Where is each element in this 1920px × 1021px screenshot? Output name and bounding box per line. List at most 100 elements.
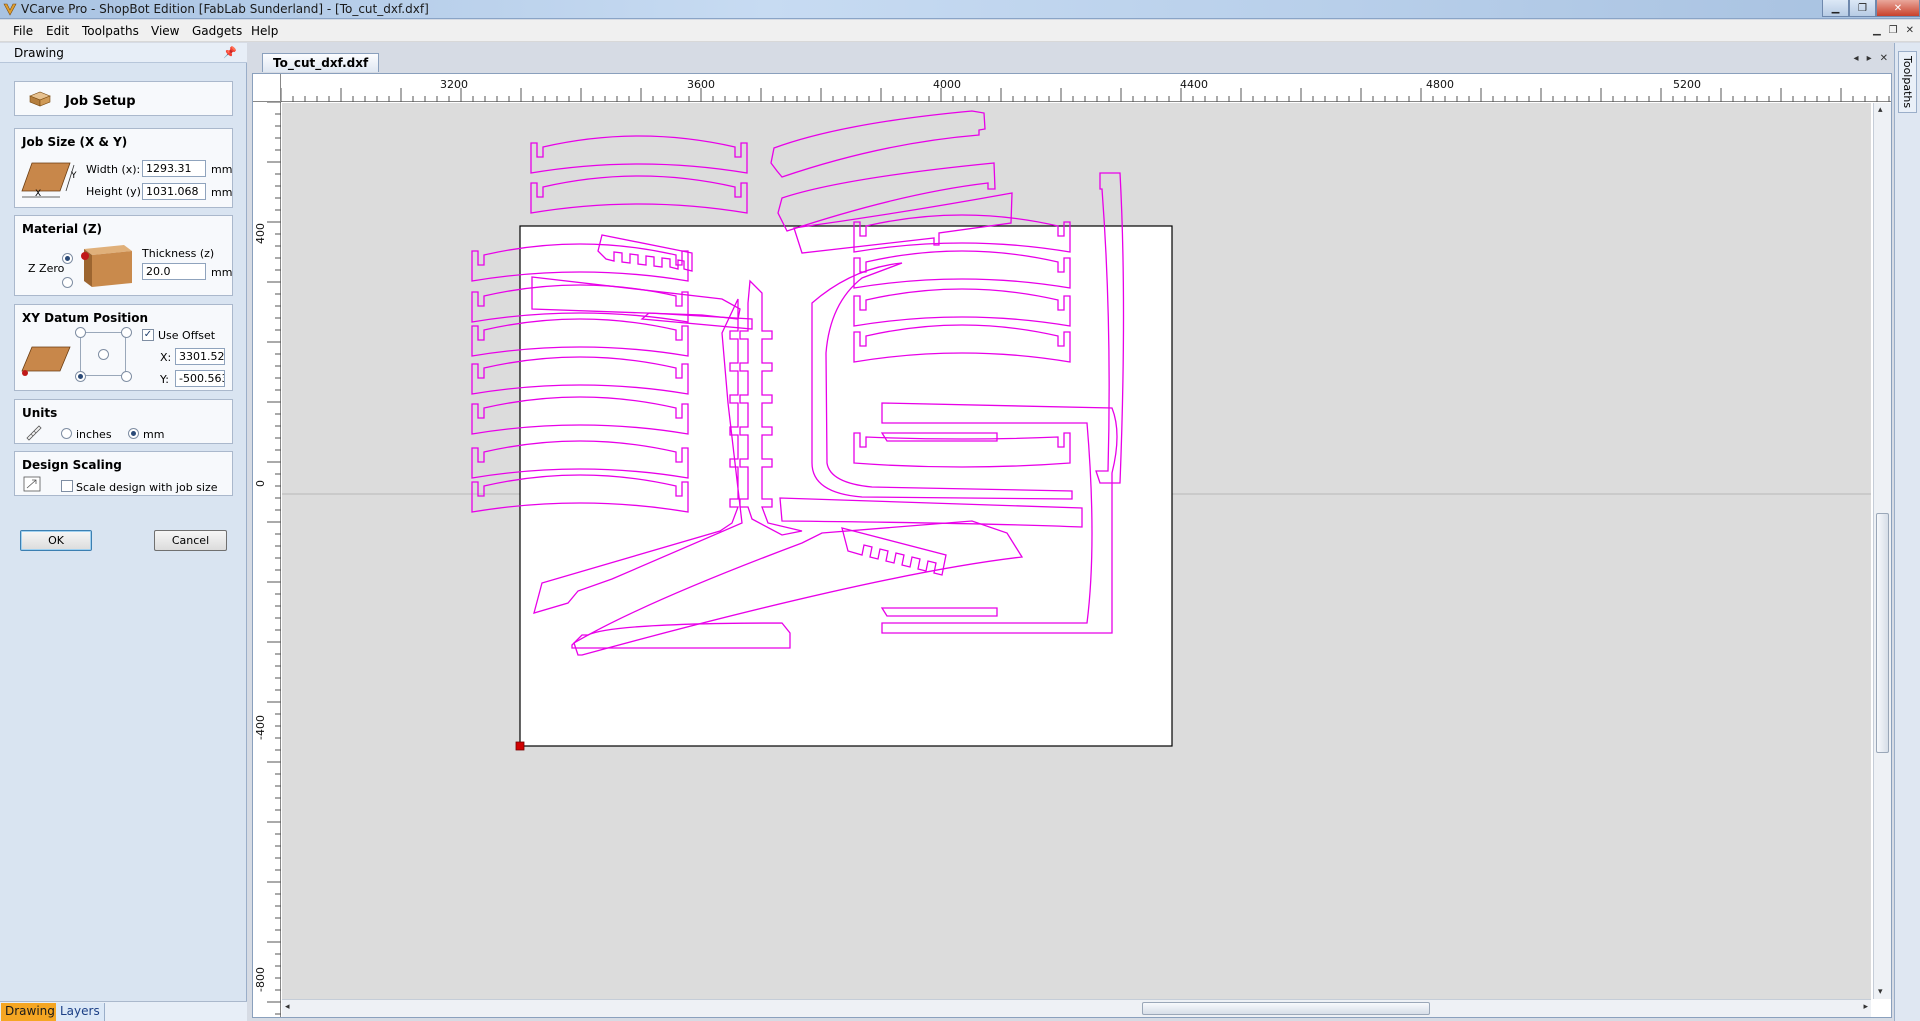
ruler-corner bbox=[253, 74, 281, 102]
height-unit: mm bbox=[211, 186, 233, 199]
units-section: Units inches mm bbox=[14, 399, 233, 444]
thickness-unit: mm bbox=[211, 266, 233, 279]
job-size-diagram-icon bbox=[21, 162, 75, 198]
cancel-button[interactable]: Cancel bbox=[154, 530, 227, 551]
horizontal-scrollbar[interactable]: ◂ ▸ bbox=[282, 999, 1871, 1017]
menu-help[interactable]: Help bbox=[251, 24, 278, 38]
offset-x-input[interactable]: 3301.526 bbox=[175, 348, 225, 365]
units-mm-label: mm bbox=[143, 428, 165, 441]
z-zero-top-radio[interactable] bbox=[62, 253, 73, 264]
units-inches-label: inches bbox=[76, 428, 112, 441]
vector-drawing bbox=[282, 110, 1871, 751]
scroll-down-icon[interactable]: ▾ bbox=[1878, 987, 1883, 997]
toolpaths-strip: Toolpaths bbox=[1894, 43, 1920, 1021]
offset-y-input[interactable]: -500.563 bbox=[175, 370, 225, 387]
thickness-label: Thickness (z) bbox=[142, 247, 215, 260]
menu-edit[interactable]: Edit bbox=[46, 24, 69, 38]
tab-next-icon[interactable]: ▸ bbox=[1867, 53, 1872, 64]
document-area: To_cut_dxf.dxf ◂ ▸ ✕ 3200 3600 4000 4400… bbox=[248, 43, 1894, 1021]
material-title: Material (Z) bbox=[22, 222, 103, 236]
units-title: Units bbox=[22, 406, 58, 420]
ruler-y-label: 0 bbox=[254, 480, 267, 487]
horizontal-scroll-thumb[interactable] bbox=[1142, 1002, 1430, 1015]
z-zero-label: Z Zero bbox=[28, 262, 65, 275]
use-offset-label: Use Offset bbox=[158, 329, 216, 342]
scale-design-checkbox[interactable] bbox=[61, 480, 73, 492]
ruler-x-label: 4400 bbox=[1180, 78, 1208, 91]
ruler-x-label: 5200 bbox=[1673, 78, 1701, 91]
material-block-icon bbox=[29, 91, 51, 107]
scroll-right-icon[interactable]: ▸ bbox=[1863, 1002, 1868, 1012]
panel-tabs: Drawing Layers bbox=[0, 1001, 247, 1021]
width-unit: mm bbox=[211, 163, 233, 176]
width-label: Width (x): bbox=[86, 163, 141, 176]
xy-datum-section: XY Datum Position ✓ Use Offset X: 3301.5… bbox=[14, 304, 233, 391]
ruler-x-label: 4000 bbox=[933, 78, 961, 91]
ok-button[interactable]: OK bbox=[20, 530, 92, 551]
width-input[interactable]: 1293.31 bbox=[142, 160, 206, 177]
ruler-y-label: 400 bbox=[254, 223, 267, 244]
job-size-section: Job Size (X & Y) X Y Width (x): 1293.31 … bbox=[14, 128, 233, 208]
title-bar: VCarve Pro - ShopBot Edition [FabLab Sun… bbox=[0, 0, 1920, 19]
datum-bottom-left-radio[interactable] bbox=[75, 371, 86, 382]
ruler-y-label: -400 bbox=[254, 715, 267, 740]
menu-file[interactable]: File bbox=[13, 24, 33, 38]
job-setup-header: Job Setup bbox=[14, 81, 233, 116]
mdi-close-icon[interactable]: ✕ bbox=[1906, 25, 1914, 36]
menu-bar: File Edit Toolpaths View Gadgets Help ▁ … bbox=[0, 20, 1920, 42]
offset-y-label: Y: bbox=[160, 373, 169, 386]
offset-x-label: X: bbox=[160, 351, 172, 364]
y-axis-label: Y bbox=[71, 171, 77, 181]
minimize-button[interactable]: ▁ bbox=[1822, 0, 1849, 17]
mdi-restore-icon[interactable]: ❐ bbox=[1889, 25, 1898, 36]
design-scaling-section: Design Scaling Scale design with job siz… bbox=[14, 451, 233, 496]
restore-button[interactable]: ❐ bbox=[1849, 0, 1876, 17]
tab-close-icon[interactable]: ✕ bbox=[1880, 53, 1888, 64]
vcarve-app-icon bbox=[3, 3, 17, 16]
drawing-panel: Drawing 📌 Job Setup Job Size (X & Y) X Y… bbox=[0, 43, 247, 1021]
material-section: Material (Z) Z Zero Thickness (z) 20.0 m… bbox=[14, 215, 233, 296]
job-size-title: Job Size (X & Y) bbox=[22, 135, 128, 149]
close-button[interactable]: ✕ bbox=[1876, 0, 1920, 17]
scroll-left-icon[interactable]: ◂ bbox=[285, 1002, 290, 1012]
design-scaling-title: Design Scaling bbox=[22, 458, 122, 472]
tab-drawing[interactable]: Drawing bbox=[1, 1003, 59, 1021]
mdi-minimize-icon[interactable]: ▁ bbox=[1873, 25, 1881, 36]
z-zero-bottom-radio[interactable] bbox=[62, 277, 73, 288]
tab-layers[interactable]: Layers bbox=[56, 1003, 105, 1021]
toolpaths-tab-label: Toolpaths bbox=[1901, 56, 1914, 109]
vertical-scrollbar[interactable]: ▴ ▾ bbox=[1873, 103, 1891, 999]
scroll-up-icon[interactable]: ▴ bbox=[1878, 105, 1883, 115]
drawing-canvas[interactable] bbox=[282, 103, 1871, 999]
datum-bottom-right-radio[interactable] bbox=[121, 371, 132, 382]
menu-gadgets[interactable]: Gadgets bbox=[192, 24, 242, 38]
tab-prev-icon[interactable]: ◂ bbox=[1854, 53, 1859, 64]
pin-icon[interactable]: 📌 bbox=[223, 46, 237, 59]
units-mm-radio[interactable] bbox=[128, 428, 139, 439]
height-label: Height (y): bbox=[86, 185, 145, 198]
menu-toolpaths[interactable]: Toolpaths bbox=[82, 24, 139, 38]
toolpaths-tab[interactable]: Toolpaths bbox=[1898, 51, 1917, 113]
horizontal-ruler: 3200 3600 4000 4400 4800 5200 bbox=[281, 74, 1891, 102]
x-axis-label: X bbox=[35, 189, 42, 199]
drawing-view: 3200 3600 4000 4400 4800 5200 400 0 -400… bbox=[252, 73, 1892, 1018]
datum-material-icon bbox=[21, 346, 71, 376]
scale-icon bbox=[23, 476, 41, 492]
document-tab[interactable]: To_cut_dxf.dxf bbox=[262, 53, 380, 72]
datum-center-radio[interactable] bbox=[98, 349, 109, 360]
height-input[interactable]: 1031.068 bbox=[142, 183, 206, 200]
datum-top-right-radio[interactable] bbox=[121, 327, 132, 338]
units-inches-radio[interactable] bbox=[61, 428, 72, 439]
use-offset-checkbox[interactable]: ✓ bbox=[142, 329, 154, 341]
vertical-ruler: 400 0 -400 -800 bbox=[253, 102, 281, 1017]
thickness-input[interactable]: 20.0 bbox=[142, 263, 206, 280]
job-setup-label: Job Setup bbox=[65, 94, 136, 109]
datum-top-left-radio[interactable] bbox=[75, 327, 86, 338]
ruler-x-label: 3200 bbox=[440, 78, 468, 91]
menu-view[interactable]: View bbox=[151, 24, 179, 38]
ruler-x-label: 4800 bbox=[1426, 78, 1454, 91]
horizontal-ruler-ticks bbox=[281, 88, 1890, 102]
material-thickness-icon bbox=[81, 245, 132, 287]
vertical-scroll-thumb[interactable] bbox=[1876, 513, 1889, 753]
ruler-x-label: 3600 bbox=[687, 78, 715, 91]
